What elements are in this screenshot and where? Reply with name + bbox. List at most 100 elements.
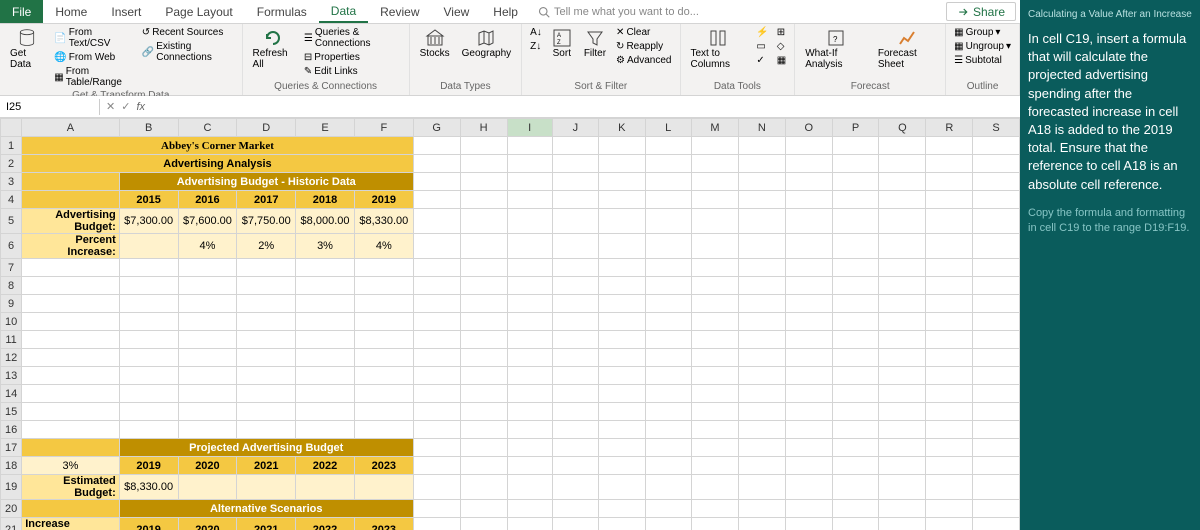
tab-pagelayout[interactable]: Page Layout — [153, 0, 244, 23]
row-11[interactable]: 11 — [1, 331, 22, 349]
cell-C19[interactable] — [178, 475, 237, 500]
row-6[interactable]: 6 — [1, 234, 22, 259]
sort-asc[interactable]: A↓ — [528, 26, 544, 39]
consolidate[interactable]: ⊞ — [775, 26, 788, 39]
cell-D6[interactable]: 2% — [237, 234, 296, 259]
forecast-sheet[interactable]: Forecast Sheet — [874, 26, 939, 72]
col-C[interactable]: C — [178, 119, 237, 137]
cell-F18[interactable]: 2023 — [354, 457, 413, 475]
cell-proj-hdr[interactable]: Projected Advertising Budget — [119, 439, 413, 457]
row-12[interactable]: 12 — [1, 349, 22, 367]
cell-A19[interactable]: Estimated Budget: — [22, 475, 120, 500]
reapply-filter[interactable]: ↻Reapply — [614, 40, 673, 53]
cell-subtitle[interactable]: Advertising Analysis — [22, 155, 414, 173]
cell-E21[interactable]: 2022 — [296, 518, 355, 530]
row-20[interactable]: 20 — [1, 500, 22, 518]
cell-A5[interactable]: Advertising Budget: — [22, 209, 120, 234]
row-5[interactable]: 5 — [1, 209, 22, 234]
row-7[interactable]: 7 — [1, 259, 22, 277]
row-8[interactable]: 8 — [1, 277, 22, 295]
cell-D5[interactable]: $7,750.00 — [237, 209, 296, 234]
sort-button[interactable]: AZ Sort — [548, 26, 576, 61]
col-K[interactable]: K — [598, 119, 645, 137]
row-9[interactable]: 9 — [1, 295, 22, 313]
cell-E19[interactable] — [296, 475, 355, 500]
row-10[interactable]: 10 — [1, 313, 22, 331]
col-J[interactable]: J — [552, 119, 598, 137]
cancel-icon[interactable]: ✕ — [106, 100, 115, 113]
col-P[interactable]: P — [832, 119, 879, 137]
ungroup-button[interactable]: ▦Ungroup ▾ — [952, 40, 1013, 53]
row-3[interactable]: 3 — [1, 173, 22, 191]
col-M[interactable]: M — [691, 119, 738, 137]
sort-desc[interactable]: Z↓ — [528, 40, 544, 53]
cell-alt-hdr[interactable]: Alternative Scenarios — [119, 500, 413, 518]
cell-B6[interactable] — [119, 234, 178, 259]
tab-insert[interactable]: Insert — [99, 0, 153, 23]
from-web[interactable]: 🌐From Web — [52, 51, 136, 64]
tab-home[interactable]: Home — [43, 0, 99, 23]
cell-D19[interactable] — [237, 475, 296, 500]
remove-dupes[interactable]: ▭ — [754, 40, 770, 53]
stocks-datatype[interactable]: Stocks — [416, 26, 454, 61]
cell-title[interactable]: Abbey's Corner Market — [22, 137, 414, 155]
col-G[interactable]: G — [413, 119, 460, 137]
cell-C6[interactable]: 4% — [178, 234, 237, 259]
row-21[interactable]: 21 — [1, 518, 22, 530]
cell-C4[interactable]: 2016 — [178, 191, 237, 209]
cell-F6[interactable]: 4% — [354, 234, 413, 259]
tab-data[interactable]: Data — [319, 0, 368, 23]
cell-B5[interactable]: $7,300.00 — [119, 209, 178, 234]
relationships[interactable]: ◇ — [775, 40, 788, 53]
col-B[interactable]: B — [119, 119, 178, 137]
cell-D21[interactable]: 2021 — [237, 518, 296, 530]
row-17[interactable]: 17 — [1, 439, 22, 457]
cell-F5[interactable]: $8,330.00 — [354, 209, 413, 234]
tab-view[interactable]: View — [432, 0, 482, 23]
row-4[interactable]: 4 — [1, 191, 22, 209]
col-O[interactable]: O — [785, 119, 832, 137]
col-E[interactable]: E — [296, 119, 355, 137]
share-button[interactable]: Share — [946, 2, 1016, 21]
from-table-range[interactable]: ▦From Table/Range — [52, 65, 136, 89]
queries-connections[interactable]: ☰Queries & Connections — [302, 26, 403, 50]
cell-B21[interactable]: 2019 — [119, 518, 178, 530]
cell-C18[interactable]: 2020 — [178, 457, 237, 475]
cell-F21[interactable]: 2023 — [354, 518, 413, 530]
col-I[interactable]: I — [507, 119, 552, 137]
advanced-filter[interactable]: ⚙Advanced — [614, 54, 673, 67]
col-A[interactable]: A — [22, 119, 120, 137]
cell-B4[interactable]: 2015 — [119, 191, 178, 209]
cell-A18[interactable]: 3% — [22, 457, 120, 475]
col-D[interactable]: D — [237, 119, 296, 137]
tab-formulas[interactable]: Formulas — [245, 0, 319, 23]
flash-fill[interactable]: ⚡ — [754, 26, 770, 39]
row-18[interactable]: 18 — [1, 457, 22, 475]
row-2[interactable]: 2 — [1, 155, 22, 173]
row-13[interactable]: 13 — [1, 367, 22, 385]
whatif-button[interactable]: ? What-If Analysis — [801, 26, 870, 72]
cell-B18[interactable]: 2019 — [119, 457, 178, 475]
col-L[interactable]: L — [645, 119, 691, 137]
col-F[interactable]: F — [354, 119, 413, 137]
from-text-csv[interactable]: 📄From Text/CSV — [52, 26, 136, 50]
manage-model[interactable]: ▦ — [775, 54, 788, 67]
cell-hist-hdr[interactable]: Advertising Budget - Historic Data — [119, 173, 413, 191]
cell-A6[interactable]: Percent Increase: — [22, 234, 120, 259]
properties[interactable]: ⊟Properties — [302, 51, 403, 64]
row-14[interactable]: 14 — [1, 385, 22, 403]
row-19[interactable]: 19 — [1, 475, 22, 500]
text-to-columns[interactable]: Text to Columns — [687, 26, 751, 72]
group-button[interactable]: ▦Group ▾ — [952, 26, 1013, 39]
row-1[interactable]: 1 — [1, 137, 22, 155]
tab-help[interactable]: Help — [481, 0, 530, 23]
existing-connections[interactable]: 🔗Existing Connections — [140, 40, 236, 64]
col-N[interactable]: N — [739, 119, 786, 137]
data-validation[interactable]: ✓ — [754, 54, 770, 67]
row-16[interactable]: 16 — [1, 421, 22, 439]
refresh-all-button[interactable]: Refresh All — [249, 26, 298, 72]
col-S[interactable]: S — [973, 119, 1020, 137]
get-data-button[interactable]: Get Data — [6, 26, 48, 72]
cell-F4[interactable]: 2019 — [354, 191, 413, 209]
col-Q[interactable]: Q — [879, 119, 926, 137]
